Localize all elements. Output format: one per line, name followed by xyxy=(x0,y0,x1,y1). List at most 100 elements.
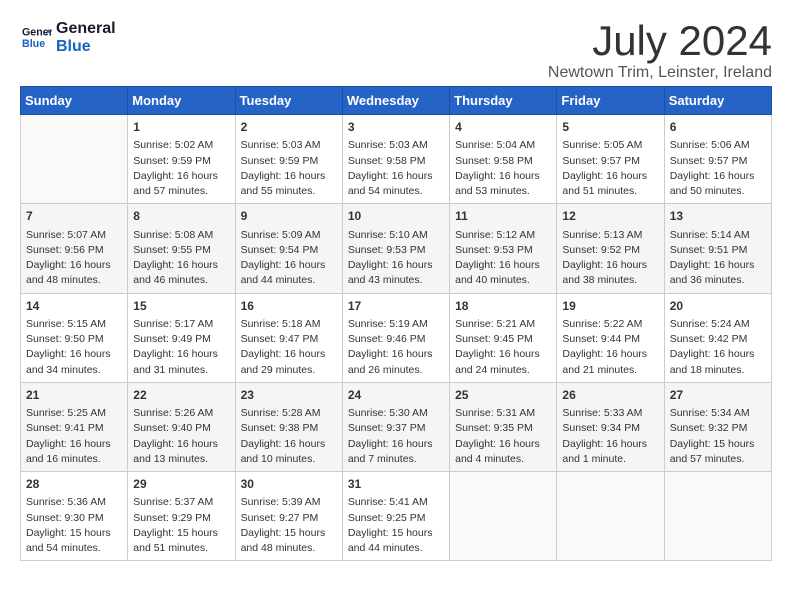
day-info-line: Sunset: 9:27 PM xyxy=(241,511,337,526)
month-title: July 2024 xyxy=(548,20,772,62)
day-info-line: Sunset: 9:34 PM xyxy=(562,421,658,436)
day-number: 31 xyxy=(348,476,444,493)
day-info-line: Sunrise: 5:18 AM xyxy=(241,317,337,332)
day-info-line: Sunrise: 5:17 AM xyxy=(133,317,229,332)
calendar-empty-cell xyxy=(557,472,664,561)
weekday-header-monday: Monday xyxy=(128,87,235,115)
calendar-day-cell: 2Sunrise: 5:03 AMSunset: 9:59 PMDaylight… xyxy=(235,115,342,204)
day-info-line: Sunrise: 5:25 AM xyxy=(26,406,122,421)
calendar-week-row: 14Sunrise: 5:15 AMSunset: 9:50 PMDayligh… xyxy=(21,293,772,382)
day-info-line: and 43 minutes. xyxy=(348,273,444,288)
day-info-line: Daylight: 15 hours xyxy=(241,526,337,541)
day-info-line: Sunrise: 5:15 AM xyxy=(26,317,122,332)
day-info-line: Sunset: 9:59 PM xyxy=(133,154,229,169)
day-info-line: and 54 minutes. xyxy=(348,184,444,199)
day-info-line: Daylight: 16 hours xyxy=(455,169,551,184)
day-info-line: and 18 minutes. xyxy=(670,363,766,378)
day-info-line: Sunset: 9:58 PM xyxy=(455,154,551,169)
day-number: 18 xyxy=(455,298,551,315)
calendar-day-cell: 27Sunrise: 5:34 AMSunset: 9:32 PMDayligh… xyxy=(664,382,771,471)
day-info-line: and 48 minutes. xyxy=(241,541,337,556)
calendar-day-cell: 22Sunrise: 5:26 AMSunset: 9:40 PMDayligh… xyxy=(128,382,235,471)
day-info-line: and 31 minutes. xyxy=(133,363,229,378)
day-number: 10 xyxy=(348,208,444,225)
day-info-line: and 51 minutes. xyxy=(562,184,658,199)
weekday-header-saturday: Saturday xyxy=(664,87,771,115)
day-info-line: Sunset: 9:52 PM xyxy=(562,243,658,258)
day-info-line: Sunset: 9:35 PM xyxy=(455,421,551,436)
day-info-line: Sunset: 9:58 PM xyxy=(348,154,444,169)
day-number: 14 xyxy=(26,298,122,315)
day-number: 29 xyxy=(133,476,229,493)
day-info-line: Sunset: 9:45 PM xyxy=(455,332,551,347)
day-info-line: and 29 minutes. xyxy=(241,363,337,378)
day-info-line: Daylight: 16 hours xyxy=(133,169,229,184)
day-info-line: and 57 minutes. xyxy=(670,452,766,467)
day-info-line: and 7 minutes. xyxy=(348,452,444,467)
day-number: 3 xyxy=(348,119,444,136)
day-number: 9 xyxy=(241,208,337,225)
day-info-line: Sunset: 9:59 PM xyxy=(241,154,337,169)
day-info-line: Sunset: 9:25 PM xyxy=(348,511,444,526)
day-info-line: and 36 minutes. xyxy=(670,273,766,288)
calendar-body: 1Sunrise: 5:02 AMSunset: 9:59 PMDaylight… xyxy=(21,115,772,561)
day-number: 1 xyxy=(133,119,229,136)
day-number: 4 xyxy=(455,119,551,136)
day-info-line: Daylight: 16 hours xyxy=(348,169,444,184)
day-info-line: Sunrise: 5:21 AM xyxy=(455,317,551,332)
day-number: 6 xyxy=(670,119,766,136)
day-info-line: Sunset: 9:49 PM xyxy=(133,332,229,347)
day-info-line: Daylight: 16 hours xyxy=(455,437,551,452)
calendar-week-row: 7Sunrise: 5:07 AMSunset: 9:56 PMDaylight… xyxy=(21,204,772,293)
page-header: General Blue General Blue July 2024 Newt… xyxy=(20,20,772,82)
calendar-day-cell: 10Sunrise: 5:10 AMSunset: 9:53 PMDayligh… xyxy=(342,204,449,293)
day-info-line: Sunrise: 5:31 AM xyxy=(455,406,551,421)
day-number: 13 xyxy=(670,208,766,225)
day-info-line: Sunset: 9:37 PM xyxy=(348,421,444,436)
day-info-line: Sunrise: 5:12 AM xyxy=(455,228,551,243)
day-info-line: and 40 minutes. xyxy=(455,273,551,288)
day-info-line: Sunrise: 5:34 AM xyxy=(670,406,766,421)
day-info-line: Sunset: 9:40 PM xyxy=(133,421,229,436)
day-info-line: and 53 minutes. xyxy=(455,184,551,199)
calendar-day-cell: 7Sunrise: 5:07 AMSunset: 9:56 PMDaylight… xyxy=(21,204,128,293)
day-info-line: Daylight: 16 hours xyxy=(26,258,122,273)
calendar-table: SundayMondayTuesdayWednesdayThursdayFrid… xyxy=(20,86,772,561)
day-info-line: Sunrise: 5:24 AM xyxy=(670,317,766,332)
day-info-line: Sunrise: 5:04 AM xyxy=(455,138,551,153)
calendar-day-cell: 23Sunrise: 5:28 AMSunset: 9:38 PMDayligh… xyxy=(235,382,342,471)
day-info-line: Daylight: 16 hours xyxy=(562,347,658,362)
day-info-line: and 4 minutes. xyxy=(455,452,551,467)
day-info-line: Daylight: 16 hours xyxy=(670,347,766,362)
day-info-line: and 1 minute. xyxy=(562,452,658,467)
logo-icon: General Blue xyxy=(20,24,52,52)
day-number: 20 xyxy=(670,298,766,315)
day-info-line: Daylight: 16 hours xyxy=(562,437,658,452)
day-info-line: Daylight: 16 hours xyxy=(348,437,444,452)
calendar-day-cell: 30Sunrise: 5:39 AMSunset: 9:27 PMDayligh… xyxy=(235,472,342,561)
day-number: 19 xyxy=(562,298,658,315)
day-info-line: Sunset: 9:42 PM xyxy=(670,332,766,347)
day-info-line: Sunrise: 5:41 AM xyxy=(348,495,444,510)
day-info-line: Sunrise: 5:03 AM xyxy=(348,138,444,153)
calendar-day-cell: 21Sunrise: 5:25 AMSunset: 9:41 PMDayligh… xyxy=(21,382,128,471)
day-info-line: and 38 minutes. xyxy=(562,273,658,288)
weekday-header-thursday: Thursday xyxy=(450,87,557,115)
location-subtitle: Newtown Trim, Leinster, Ireland xyxy=(548,64,772,82)
day-info-line: Sunrise: 5:06 AM xyxy=(670,138,766,153)
calendar-day-cell: 19Sunrise: 5:22 AMSunset: 9:44 PMDayligh… xyxy=(557,293,664,382)
day-info-line: Sunset: 9:29 PM xyxy=(133,511,229,526)
day-info-line: Sunrise: 5:10 AM xyxy=(348,228,444,243)
logo: General Blue General Blue xyxy=(20,20,116,55)
day-info-line: Sunrise: 5:13 AM xyxy=(562,228,658,243)
calendar-day-cell: 3 Sunrise: 5:03 AMSunset: 9:58 PMDaylight… xyxy=(342,115,449,204)
day-info-line: Daylight: 16 hours xyxy=(455,347,551,362)
day-info-line: and 57 minutes. xyxy=(133,184,229,199)
day-info-line: and 34 minutes. xyxy=(26,363,122,378)
calendar-day-cell: 6Sunrise: 5:06 AMSunset: 9:57 PMDaylight… xyxy=(664,115,771,204)
day-info-line: Sunset: 9:44 PM xyxy=(562,332,658,347)
svg-text:Blue: Blue xyxy=(22,38,45,50)
day-info-line: Daylight: 16 hours xyxy=(670,258,766,273)
day-number: 8 xyxy=(133,208,229,225)
calendar-day-cell: 24Sunrise: 5:30 AMSunset: 9:37 PMDayligh… xyxy=(342,382,449,471)
